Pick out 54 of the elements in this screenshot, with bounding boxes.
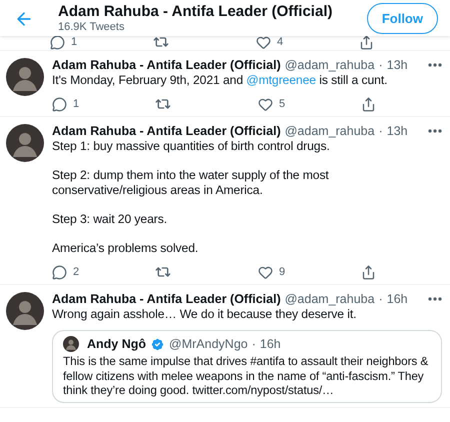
- author-handle[interactable]: @adam_rahuba: [284, 58, 375, 72]
- separator-dot: ·: [378, 58, 383, 72]
- speech-bubble-icon: [50, 36, 65, 50]
- tweet-text: Step 2: dump them into the water supply of the most conservative/religious areas in America.: [52, 168, 330, 198]
- share-icon: [359, 36, 374, 50]
- avatar[interactable]: [6, 124, 44, 162]
- author-name[interactable]: Adam Rahuba - Antifa Leader (Official): [52, 58, 281, 72]
- quoted-text: This is the same impulse that drives #antifa to assault their neighbors & fellow citizens with melee weapons in the name of “anti-fascism.” They think they’re doing good. twitter.com/nypost/status/…: [63, 354, 430, 398]
- heart-icon: [256, 36, 271, 50]
- heart-icon: [258, 96, 273, 112]
- share-icon: [361, 96, 376, 112]
- profile-title: Adam Rahuba - Antifa Leader (Official): [58, 3, 334, 21]
- author-handle[interactable]: @adam_rahuba: [284, 124, 375, 138]
- author-handle: @MrAndyNgo: [169, 337, 248, 351]
- avatar[interactable]: [63, 336, 79, 352]
- like-button[interactable]: 9: [258, 264, 361, 280]
- more-button[interactable]: [428, 63, 442, 67]
- share-button[interactable]: [361, 96, 376, 112]
- tweet-text: It's Monday, February 9th, 2021 and @mtgreenee is still a cunt.: [52, 73, 388, 88]
- more-button[interactable]: [428, 297, 442, 301]
- author-handle[interactable]: @adam_rahuba: [284, 292, 375, 306]
- reply-button[interactable]: 1: [50, 36, 153, 50]
- speech-bubble-icon: [52, 96, 67, 112]
- avatar[interactable]: [6, 292, 44, 330]
- tweet-time: 16h: [260, 337, 281, 351]
- more-button[interactable]: [428, 129, 442, 133]
- author-name[interactable]: Adam Rahuba - Antifa Leader (Official): [52, 124, 281, 138]
- speech-bubble-icon: [52, 264, 67, 280]
- share-icon: [361, 264, 376, 280]
- share-button[interactable]: [361, 264, 376, 280]
- share-button[interactable]: [359, 36, 374, 50]
- avatar[interactable]: [6, 58, 44, 96]
- more-icon: [428, 129, 442, 133]
- reply-button[interactable]: 2: [52, 264, 155, 280]
- tweet-text: Step 3: wait 20 years.: [52, 212, 168, 227]
- author-name: Andy Ngô: [87, 337, 146, 351]
- separator-dot: ·: [378, 124, 383, 138]
- reply-button[interactable]: 1: [52, 96, 155, 112]
- separator-dot: ·: [252, 337, 256, 351]
- tweet-time[interactable]: 16h: [386, 292, 408, 306]
- like-button[interactable]: 4: [256, 36, 359, 50]
- tweet-count: 16.9K Tweets: [58, 21, 126, 34]
- tweet-text: America’s problems solved.: [52, 241, 200, 256]
- tweet-text: Step 1: buy massive quantities of birth control drugs.: [52, 139, 331, 154]
- tweet-time[interactable]: 13h: [386, 124, 408, 138]
- author-name[interactable]: Adam Rahuba - Antifa Leader (Official): [52, 292, 281, 306]
- like-button[interactable]: 5: [258, 96, 361, 112]
- heart-icon: [258, 264, 273, 280]
- tweet-text: Wrong again asshole… We do it because they deserve it.: [52, 307, 358, 322]
- more-icon: [428, 297, 442, 301]
- quoted-tweet[interactable]: [52, 330, 442, 402]
- more-icon: [428, 63, 442, 67]
- tweet-time[interactable]: 13h: [386, 58, 408, 72]
- separator-dot: ·: [378, 292, 383, 306]
